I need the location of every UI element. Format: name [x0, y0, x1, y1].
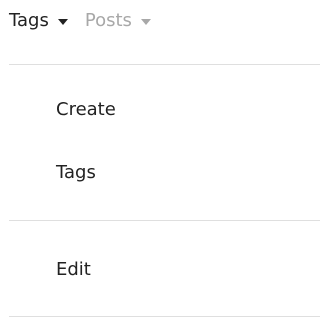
- chevron-down-icon: [57, 18, 68, 25]
- divider: [9, 220, 320, 221]
- menu-item-create[interactable]: Create: [56, 97, 116, 123]
- tab-tags[interactable]: Tags: [9, 6, 68, 36]
- tab-posts[interactable]: Posts: [85, 6, 151, 36]
- tab-posts-label: Posts: [84, 10, 132, 31]
- tags-dropdown-panel: Tags Posts Create Tags Edit: [0, 0, 321, 319]
- tab-tags-label: Tags: [9, 10, 49, 31]
- top-nav: Tags Posts: [9, 6, 151, 36]
- divider: [9, 316, 320, 317]
- menu-item-tags[interactable]: Tags: [56, 160, 96, 186]
- menu-item-edit[interactable]: Edit: [56, 257, 91, 283]
- divider: [9, 64, 320, 65]
- chevron-down-icon: [140, 18, 151, 25]
